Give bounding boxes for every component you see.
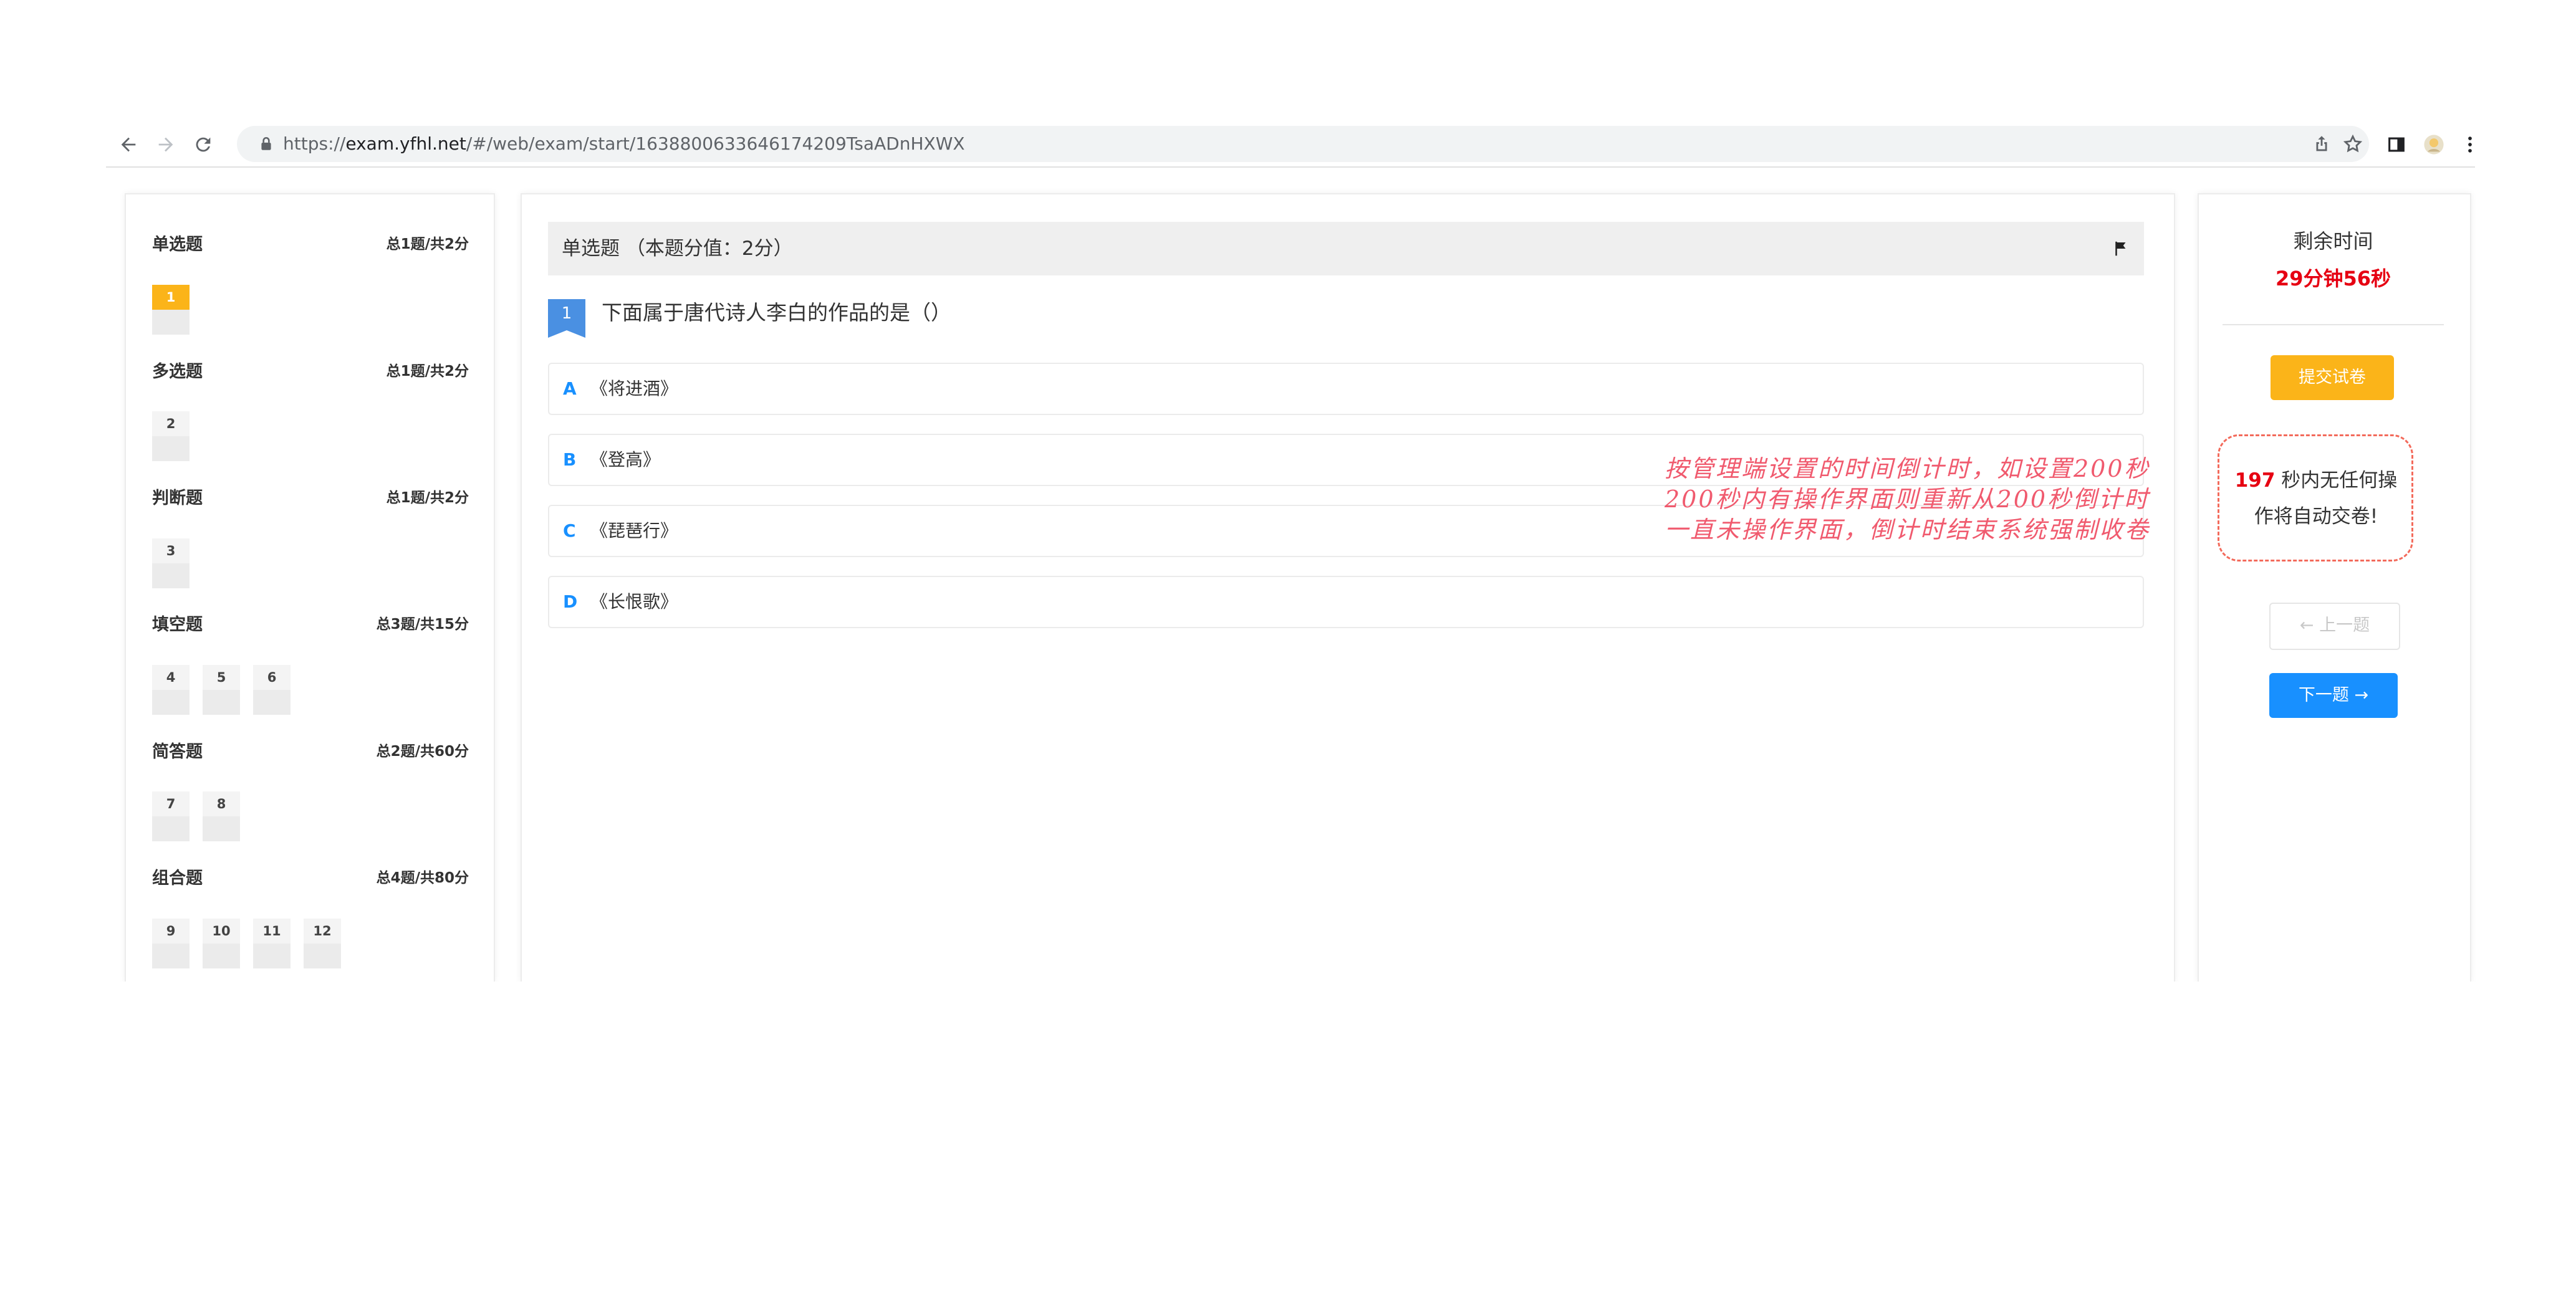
question-nav-9[interactable]: 9 [152,919,190,968]
section-count: 总3题/共15分 [376,616,469,633]
timer-panel: 剩余时间 29分钟56秒 提交试卷 197 秒内无任何操作将自动交卷! ← 上一… [2198,193,2471,983]
question-navigator: 单选题 总1题/共2分 1 多选题 总1题/共2分 2 判断题 总1题/共2分 … [125,193,495,983]
more-menu-icon[interactable] [2455,130,2485,160]
section-title: 判断题 [152,489,203,508]
section-count: 总1题/共2分 [386,490,469,506]
idle-countdown-seconds: 197 [2234,469,2276,492]
question-nav-7[interactable]: 7 [152,791,190,841]
option-letter: A [563,378,577,399]
question-header: 单选题 （本题分值：2分） [548,222,2144,275]
question-nav-5[interactable]: 5 [203,665,240,715]
option-letter: C [563,520,576,541]
annotation-line: 一直未操作界面，倒计时结束系统强制收卷 [1665,516,2151,543]
forward-icon[interactable] [151,130,181,160]
section-count: 总2题/共60分 [376,743,469,760]
section-count: 总4题/共80分 [376,870,469,886]
section-title: 简答题 [152,742,203,762]
browser-toolbar: https://exam.yfhl.net/#/web/exam/start/1… [106,122,2475,167]
share-icon[interactable] [2307,129,2337,159]
question-nav-2[interactable]: 2 [152,411,190,461]
idle-warning-message: 秒内无任何操作将自动交卷! [2254,469,2398,528]
remaining-time-value: 29分钟56秒 [2275,267,2391,290]
option-text: 《琵琶行》 [590,520,678,541]
next-question-button[interactable]: 下一题 → [2269,673,2398,718]
arrow-right-icon: → [2354,686,2369,705]
question-nav-1[interactable]: 1 [152,285,190,335]
option-a[interactable]: A 《将进酒》 [548,363,2144,415]
lock-icon [261,136,271,150]
idle-warning-box: 197 秒内无任何操作将自动交卷! [2218,434,2413,561]
profile-avatar[interactable] [2419,130,2449,160]
side-panel-icon[interactable] [2381,130,2411,160]
section-count: 总1题/共2分 [386,363,469,380]
option-letter: B [563,449,577,470]
question-number: 1 [561,304,572,323]
question-text: 下面属于唐代诗人李白的作品的是（） [602,300,951,325]
section-title: 组合题 [152,869,203,888]
question-number-badge: 1 [548,299,585,338]
section-title: 多选题 [152,362,203,381]
back-icon[interactable] [113,130,143,160]
section-title: 填空题 [152,615,203,634]
section-title: 单选题 [152,235,203,254]
address-bar[interactable]: https://exam.yfhl.net/#/web/exam/start/1… [237,126,2369,162]
annotation-line: 按管理端设置的时间倒计时，如设置200秒 [1665,455,2150,482]
flag-icon[interactable] [2112,239,2130,258]
question-panel: 单选题 （本题分值：2分） 1 下面属于唐代诗人李白的作品的是（） A 《将进酒… [521,193,2175,983]
divider [2223,324,2444,325]
option-text: 《登高》 [590,449,661,470]
question-nav-12[interactable]: 12 [304,919,341,968]
url-text: https://exam.yfhl.net/#/web/exam/start/1… [283,133,965,154]
option-d[interactable]: D 《长恨歌》 [548,576,2144,628]
question-nav-3[interactable]: 3 [152,538,190,588]
option-text: 《长恨歌》 [590,591,678,612]
arrow-left-icon: ← [2299,616,2314,635]
option-letter: D [563,591,578,612]
remaining-time-label: 剩余时间 [2293,229,2373,253]
question-nav-11[interactable]: 11 [253,919,291,968]
submit-exam-button[interactable]: 提交试卷 [2271,355,2394,400]
section-count: 总1题/共2分 [386,236,469,252]
question-nav-4[interactable]: 4 [152,665,190,715]
reload-icon[interactable] [188,130,218,160]
prev-question-button[interactable]: ← 上一题 [2269,603,2400,650]
toolbar-divider [106,166,2475,168]
bookmark-star-icon[interactable] [2338,129,2368,159]
option-text: 《将进酒》 [590,378,678,399]
annotation-line: 200秒内有操作界面则重新从200秒倒计时 [1665,485,2150,513]
question-type-score: 单选题 （本题分值：2分） [562,237,793,260]
blank-area [0,982,2576,1290]
question-nav-10[interactable]: 10 [203,919,240,968]
question-nav-8[interactable]: 8 [203,791,240,841]
question-nav-6[interactable]: 6 [253,665,291,715]
handwritten-annotation: 按管理端设置的时间倒计时，如设置200秒 200秒内有操作界面则重新从200秒倒… [1665,454,2150,545]
idle-warning-text: 197 秒内无任何操作将自动交卷! [2226,462,2406,535]
